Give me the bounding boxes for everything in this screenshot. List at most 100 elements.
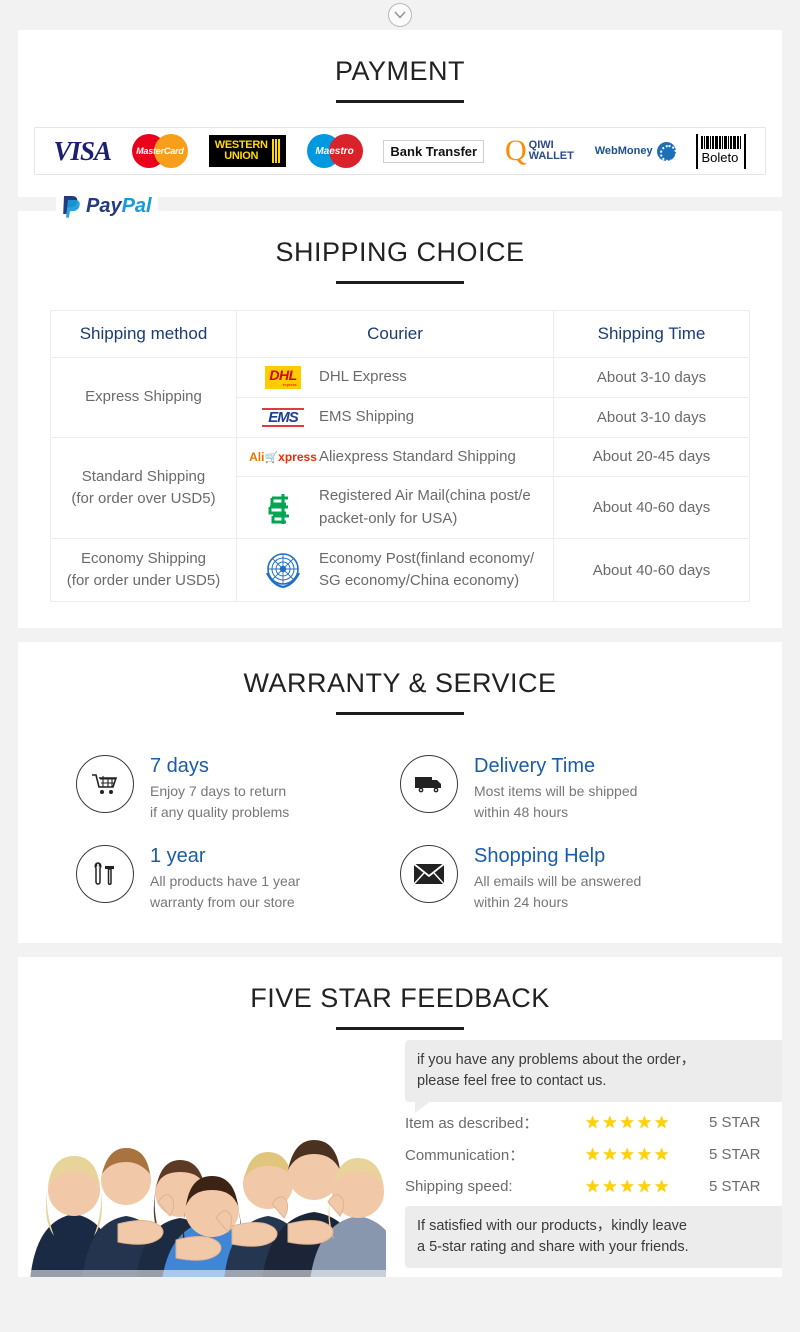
courier-line2: SG economy/China economy)	[319, 572, 520, 589]
warranty-section: WARRANTY & SERVICE 7 days Enjoy 7 days t…	[18, 642, 782, 943]
cell-courier-economy-post: Economy Post(finland economy/ SG economy…	[236, 538, 554, 602]
webmoney-logo: WebMoney	[594, 141, 676, 161]
maestro-label: Maestro	[315, 146, 354, 157]
bank-transfer-logo: Bank Transfer	[383, 139, 485, 163]
ems-logo-text: EMS	[268, 408, 298, 426]
page-title-feedback: FIVE STAR FEEDBACK	[250, 983, 550, 1013]
column-header-shipping-method: Shipping method	[50, 310, 237, 358]
rating-value: 5 STAR	[709, 1113, 761, 1131]
bubble-line1: If satisfied with our products，kindly le…	[417, 1218, 687, 1234]
star-icon: ★	[654, 1112, 670, 1132]
warranty-line2: warranty from our store	[150, 894, 295, 910]
delivery-truck-icon	[400, 755, 458, 813]
column-header-courier: Courier	[236, 310, 554, 358]
payment-methods-strip: VISA MasterCard WESTERN UNION Maestro Ba…	[34, 127, 766, 175]
payment-method-maestro[interactable]: Maestro	[306, 131, 363, 171]
payment-method-bank-transfer[interactable]: Bank Transfer	[383, 131, 485, 171]
paypal-text-pay: Pay	[86, 194, 122, 217]
page-title-payment: PAYMENT	[334, 56, 465, 86]
title-underline	[336, 100, 464, 103]
star-icon: ★	[636, 1176, 652, 1196]
courier-name: DHL Express	[319, 368, 407, 386]
support-message-bubble: if you have any problems about the order…	[405, 1040, 782, 1114]
wu-bars-icon	[271, 139, 280, 163]
cell-method-economy: Economy Shipping (for order under USD5)	[50, 538, 237, 602]
star-icon: ★	[585, 1112, 601, 1132]
warranty-line2: within 48 hours	[474, 804, 569, 820]
happy-customers-photo	[18, 1074, 386, 1277]
page-title-warranty: WARRANTY & SERVICE	[243, 668, 557, 698]
warranty-line2: within 24 hours	[474, 894, 569, 910]
title-underline	[336, 712, 464, 715]
courier-name: Economy Post(finland economy/ SG economy…	[319, 548, 534, 593]
star-icon: ★	[654, 1176, 670, 1196]
star-rating: ★ ★ ★ ★ ★	[585, 1114, 709, 1131]
ems-logo: EMS	[247, 407, 319, 427]
webmoney-globe-icon	[656, 141, 676, 161]
cell-courier-ems: EMS EMS Shipping	[236, 397, 554, 438]
courier-name: EMS Shipping	[319, 408, 415, 425]
star-icon: ★	[636, 1112, 652, 1132]
courier-name: Aliexpress Standard Shipping	[319, 447, 516, 465]
star-icon: ★	[585, 1176, 601, 1196]
warranty-item-one-year: 1 year All products have 1 year warranty…	[76, 845, 400, 913]
method-line1: Economy Shipping	[80, 550, 207, 568]
barcode-icon	[701, 135, 742, 149]
payment-method-western-union[interactable]: WESTERN UNION	[208, 131, 286, 171]
courier-line1: Economy Post(finland economy/	[319, 549, 535, 567]
warranty-item-returns: 7 days Enjoy 7 days to return if any qua…	[76, 755, 400, 823]
rating-label: Communication：	[405, 1146, 525, 1164]
cell-courier-dhl: DHL express DHL Express	[236, 357, 554, 398]
payment-method-paypal[interactable]: Pay Pal	[56, 192, 158, 220]
qiwi-q-icon: Q	[504, 134, 527, 167]
payment-method-qiwi[interactable]: Q QIWI WALLET	[505, 131, 574, 171]
warranty-line1: Most items will be shipped	[474, 783, 638, 799]
rating-row-shipping-speed: Shipping speed: ★ ★ ★ ★ ★ 5 STAR	[405, 1170, 782, 1202]
column-header-shipping-time: Shipping Time	[553, 310, 750, 358]
paypal-logo-icon	[62, 194, 82, 218]
payment-method-visa[interactable]: VISA	[53, 131, 112, 171]
payment-method-mastercard[interactable]: MasterCard	[131, 131, 188, 171]
webmoney-label: WebMoney	[594, 145, 653, 157]
method-line1: Standard Shipping	[81, 468, 206, 485]
paypal-text-pal: Pal	[121, 194, 152, 217]
mastercard-logo: MasterCard	[131, 134, 188, 168]
warranty-items-grid: 7 days Enjoy 7 days to return if any qua…	[76, 755, 724, 913]
payment-method-boleto[interactable]: Boleto	[696, 131, 747, 171]
star-icon: ★	[602, 1176, 618, 1196]
payment-method-webmoney[interactable]: WebMoney	[595, 131, 676, 171]
warranty-item-shopping-help: Shopping Help All emails will be answere…	[400, 845, 724, 913]
bubble-line2: please feel free to contact us.	[417, 1073, 607, 1090]
star-icon: ★	[619, 1176, 635, 1196]
star-rating: ★ ★ ★ ★ ★	[585, 1146, 709, 1163]
cell-time-aliexpress: About 20-45 days	[553, 436, 750, 477]
cart-icon: 🛒	[264, 452, 279, 465]
dhl-logo-sub: express	[282, 382, 297, 387]
method-line2: (for order over USD5)	[71, 489, 216, 507]
tools-icon	[76, 845, 134, 903]
feedback-section: FIVE STAR FEEDBACK if you have any probl…	[18, 957, 782, 1277]
rating-row-item-as-described: Item as described： ★ ★ ★ ★ ★ 5 STAR	[405, 1106, 782, 1138]
collapse-toggle[interactable]	[0, 0, 800, 30]
rating-value: 5 STAR	[709, 1145, 761, 1163]
western-union-logo: WESTERN UNION	[208, 135, 286, 167]
warranty-line1: All emails will be answered	[474, 873, 642, 889]
courier-name: Registered Air Mail(china post/e packet-…	[319, 485, 531, 530]
rating-value: 5 STAR	[709, 1177, 761, 1195]
cell-courier-aliexpress: Ali🛒xpress Aliexpress Standard Shipping	[236, 436, 554, 477]
star-icon: ★	[619, 1112, 635, 1132]
rating-row-communication: Communication： ★ ★ ★ ★ ★ 5 STAR	[405, 1138, 782, 1170]
cell-courier-air-mail: Registered Air Mail(china post/e packet-…	[236, 476, 554, 539]
boleto-logo: Boleto	[696, 133, 747, 169]
warranty-head: 1 year	[150, 845, 206, 867]
wu-line2: UNION	[224, 150, 259, 162]
star-icon: ★	[602, 1112, 618, 1132]
chevron-down-icon[interactable]	[388, 3, 412, 27]
ali-logo-text-x: xpress	[278, 450, 317, 465]
dhl-logo-text: DHL	[269, 367, 297, 383]
shopping-cart-icon	[76, 755, 134, 813]
cell-time-economy-post: About 40-60 days	[553, 538, 750, 602]
qiwi-line2: WALLET	[528, 150, 574, 162]
warranty-head: Delivery Time	[474, 755, 596, 777]
star-icon: ★	[585, 1144, 601, 1164]
